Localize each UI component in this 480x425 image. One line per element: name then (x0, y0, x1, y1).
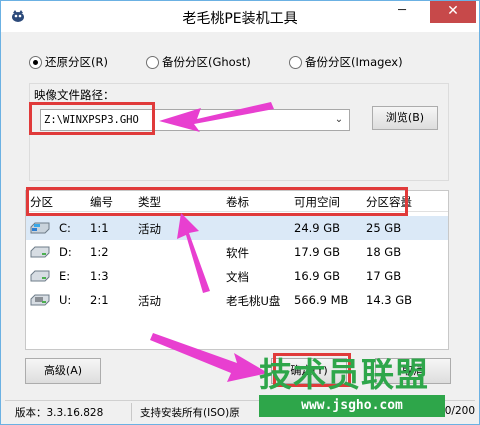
site-watermark: 技术员联盟 www.jsgho.com (259, 355, 445, 421)
arrow-to-row (177, 213, 210, 293)
watermark-brand: 技术员联盟 (259, 355, 429, 394)
arrow-to-path (159, 102, 274, 132)
arrow-to-ok (150, 333, 268, 382)
watermark-url: www.jsgho.com (259, 395, 445, 417)
installer-window: 老毛桃PE装机工具 ─ ✕ 还原分区(R) 备份分区(Ghost) 备份分区(I… (0, 0, 480, 425)
